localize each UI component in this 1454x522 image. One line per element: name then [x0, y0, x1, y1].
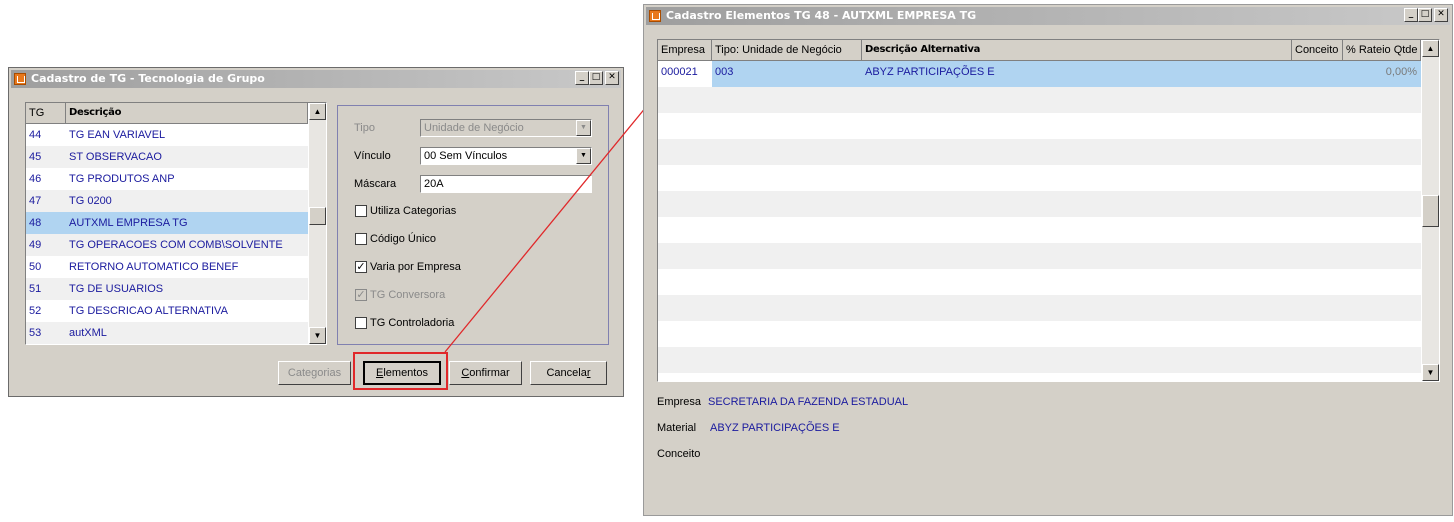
cell-conceito: [1292, 61, 1343, 87]
cell-tipo: 003: [715, 66, 734, 78]
empty-row[interactable]: [658, 269, 1421, 295]
grid-vertical-scrollbar[interactable]: ▲ ▼: [1422, 40, 1439, 381]
cell-descricao: ABYZ PARTICIPAÇÕES E: [865, 66, 995, 78]
empty-row[interactable]: [658, 321, 1421, 347]
cell-rateio: 0,00%: [1385, 66, 1417, 78]
maximize-button[interactable]: □: [1418, 8, 1432, 22]
material-value: ABYZ PARTICIPAÇÕES E: [710, 422, 840, 434]
material-label: Material: [657, 422, 697, 434]
empresa-value: SECRETARIA DA FAZENDA ESTADUAL: [708, 396, 909, 408]
conceito-label: Conceito: [657, 448, 701, 460]
title-bar[interactable]: Cadastro Elementos TG 48 - AUTXML EMPRES…: [646, 7, 1450, 25]
column-header-rateio[interactable]: % Rateio Qtde: [1343, 40, 1421, 60]
scroll-thumb[interactable]: [1422, 195, 1439, 227]
scroll-down-icon[interactable]: ▼: [1422, 364, 1439, 381]
arrow-line: [444, 89, 661, 353]
close-button[interactable]: ✕: [1434, 8, 1448, 22]
empty-row[interactable]: [658, 243, 1421, 269]
scroll-up-icon[interactable]: ▲: [1422, 40, 1439, 57]
elementos-grid: Empresa Tipo: Unidade de Negócio Descriç…: [657, 39, 1440, 382]
app-icon: [649, 10, 661, 22]
table-row[interactable]: 000021 003 ABYZ PARTICIPAÇÕES E 0,00%: [658, 61, 1421, 87]
window-title: Cadastro Elementos TG 48 - AUTXML EMPRES…: [666, 9, 977, 22]
column-header-tipo[interactable]: Tipo: Unidade de Negócio: [712, 40, 862, 60]
empty-row[interactable]: [658, 217, 1421, 243]
empty-row[interactable]: [658, 139, 1421, 165]
minimize-button[interactable]: _: [1404, 8, 1418, 22]
empresa-label: Empresa: [657, 396, 702, 408]
empty-row[interactable]: [658, 347, 1421, 373]
grid-header: Empresa Tipo: Unidade de Negócio Descriç…: [658, 40, 1421, 61]
column-header-conceito[interactable]: Conceito: [1292, 40, 1343, 60]
empty-row[interactable]: [658, 113, 1421, 139]
empty-row[interactable]: [658, 295, 1421, 321]
empty-row[interactable]: [658, 165, 1421, 191]
column-header-descricao-alternativa[interactable]: Descrição Alternativa: [862, 40, 1292, 60]
column-header-empresa[interactable]: Empresa: [658, 40, 712, 60]
dialog-cadastro-elementos: Cadastro Elementos TG 48 - AUTXML EMPRES…: [643, 4, 1453, 516]
cell-empresa: 000021: [658, 61, 712, 87]
empty-row[interactable]: [658, 87, 1421, 113]
empty-row[interactable]: [658, 191, 1421, 217]
